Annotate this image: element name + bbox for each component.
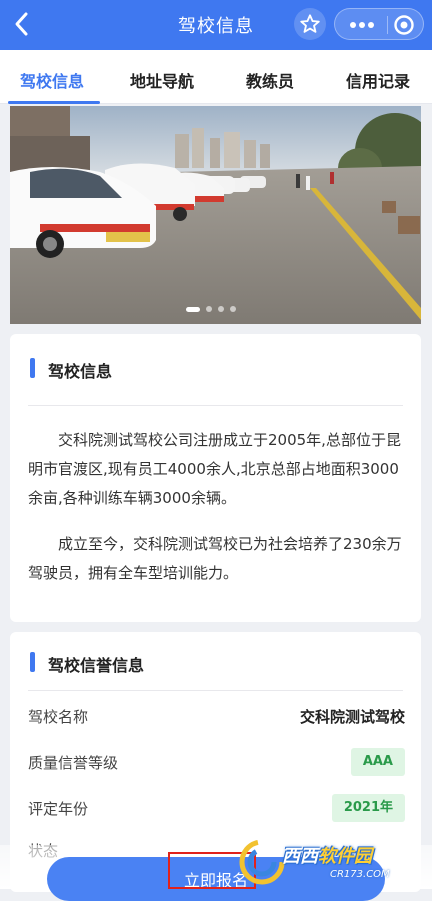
watermark-text: 西西软件园 bbox=[282, 842, 372, 868]
more-dots-icon bbox=[350, 22, 374, 28]
card-title: 驾校信誉信息 bbox=[48, 656, 145, 675]
watermark-text-a: 西西 bbox=[282, 846, 318, 867]
active-tab-indicator bbox=[8, 101, 100, 104]
rating-year-badge: 2021年 bbox=[331, 794, 405, 822]
title-accent-bar bbox=[30, 358, 35, 378]
target-circle-icon bbox=[394, 15, 414, 35]
quality-level-badge: AAA bbox=[350, 748, 405, 776]
carousel-indicator bbox=[186, 306, 236, 312]
tab-coaches[interactable]: 教练员 bbox=[246, 68, 294, 92]
banner-carousel[interactable] bbox=[10, 106, 421, 324]
card-header: 驾校信息 bbox=[10, 334, 421, 406]
school-name-label: 驾校名称 bbox=[28, 708, 89, 726]
tab-school-info[interactable]: 驾校信息 bbox=[20, 68, 84, 92]
school-info-card: 驾校信息 交科院测试驾校公司注册成立于2005年,总部位于昆明市官渡区,现有员工… bbox=[10, 334, 421, 622]
carousel-dot[interactable] bbox=[218, 306, 224, 312]
miniprogram-capsule bbox=[334, 8, 424, 40]
divider bbox=[28, 690, 403, 691]
quality-level-label: 质量信誉等级 bbox=[28, 754, 119, 772]
capsule-divider bbox=[387, 16, 388, 34]
rating-year-label: 评定年份 bbox=[28, 800, 89, 818]
watermark-text-b: 软件园 bbox=[318, 846, 372, 867]
tab-bar: 驾校信息 地址导航 教练员 信用记录 bbox=[0, 50, 432, 104]
title-accent-bar bbox=[30, 652, 35, 672]
tab-credit-records[interactable]: 信用记录 bbox=[346, 68, 410, 92]
carousel-dot[interactable] bbox=[206, 306, 212, 312]
training-cars-photo bbox=[10, 106, 421, 324]
school-name-value: 交科院测试驾校 bbox=[299, 708, 405, 726]
close-miniprogram-button[interactable] bbox=[393, 14, 415, 40]
card-header: 驾校信誉信息 bbox=[10, 632, 421, 704]
tab-address-navigation[interactable]: 地址导航 bbox=[130, 68, 194, 92]
intro-paragraph: 交科院测试驾校公司注册成立于2005年,总部位于昆明市官渡区,现有员工4000余… bbox=[28, 431, 401, 507]
top-nav-bar: 驾校信息 bbox=[0, 0, 432, 50]
divider bbox=[28, 405, 403, 406]
cr173-logo-icon bbox=[239, 839, 285, 885]
carousel-dot-active[interactable] bbox=[186, 306, 200, 312]
carousel-dot[interactable] bbox=[230, 306, 236, 312]
favorite-button[interactable] bbox=[294, 8, 326, 40]
intro-paragraph: 成立至今，交科院测试驾校已为社会培养了230余万驾驶员，拥有全车型培训能力。 bbox=[28, 535, 402, 582]
more-button[interactable] bbox=[345, 15, 379, 39]
watermark-url: CR173.COM bbox=[330, 869, 390, 880]
watermark-logo: 西西软件园 CR173.COM bbox=[232, 836, 432, 889]
star-icon bbox=[300, 14, 320, 33]
card-title: 驾校信息 bbox=[48, 362, 113, 381]
